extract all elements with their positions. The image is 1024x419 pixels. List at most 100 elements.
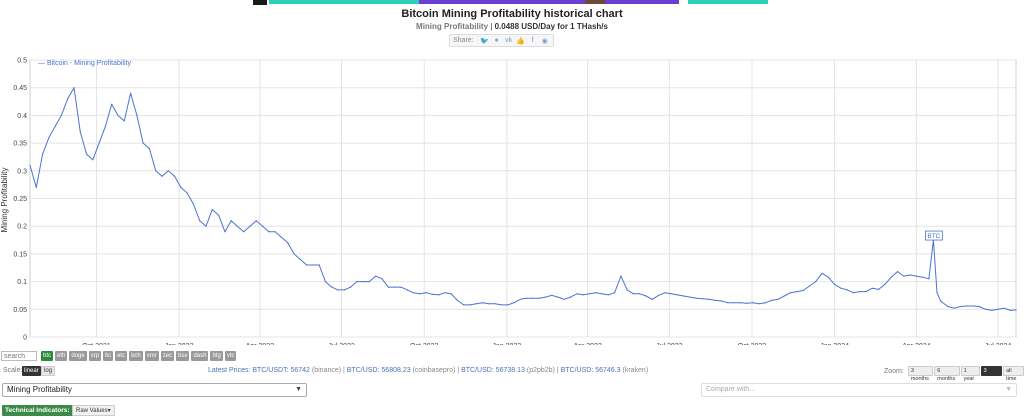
data-point [381,278,383,280]
coin-button-btc[interactable]: btc [41,351,54,361]
zoom-button-1-year[interactable]: 1 year [960,366,980,382]
coin-button-dash[interactable]: dash [191,351,209,361]
x-tick-label: Oct 2022 [410,343,439,345]
data-point [494,303,496,305]
price-link[interactable]: BTC/USD: 56808.23 [347,367,413,374]
data-point [318,264,320,266]
data-point [936,292,938,294]
data-point [714,299,716,301]
price-exchange: (binance) [311,367,342,374]
zoom-controls: Zoom: 3 months 6 months 1 year 3 years all ti… [884,366,1024,382]
coin-button-bsv[interactable]: bsv [176,351,190,361]
data-point [746,302,748,304]
data-point [224,231,226,233]
price-link[interactable]: BTC/USDT: 56742 [252,367,312,374]
data-point [771,299,773,301]
y-tick-label: 0.15 [13,251,27,258]
zoom-label: Zoom: [884,367,904,375]
data-point [526,297,528,299]
coin-search-input[interactable] [1,351,37,361]
coin-button-doge[interactable]: doge [69,351,87,361]
price-exchange: (coinbasepro) [412,367,456,374]
data-point [702,298,704,300]
data-point [230,220,232,222]
coin-buttons: btc eth doge xrp ltc etc bch xmr zec bsv dash btg vt… [41,351,237,361]
coin-button-eth[interactable]: eth [55,351,68,361]
zoom-button-6-months[interactable]: 6 months [934,366,960,382]
coin-button-ltc[interactable]: ltc [103,351,114,361]
data-point [419,293,421,295]
data-point [676,294,679,296]
data-point [412,292,414,294]
data-point [438,294,440,296]
data-point [180,186,182,188]
profitability-chart[interactable]: 0 0.05 0.1 0.15 0.2 0.25 0.3 0.35 0.4 0.45 0.5 Oct… [0,0,1024,345]
data-point [815,281,817,283]
controls-row: Scale: linear log Latest Prices: BTC/USD… [0,366,1024,382]
data-point [324,281,326,283]
zoom-button-3-months[interactable]: 3 months [907,366,934,382]
data-point [111,103,113,105]
data-point [557,296,559,298]
raw-values-dropdown[interactable]: Raw Values▾ [72,405,115,416]
compare-select[interactable]: Compare with... ▼ [701,383,1017,397]
data-point [802,289,804,292]
x-tick-label: Jan 2024 [820,343,849,345]
data-point [1003,307,1005,309]
coin-button-zec[interactable]: zec [160,351,175,361]
data-point [117,114,119,116]
coin-button-vtc[interactable]: vtc [224,351,237,361]
data-point [595,292,597,294]
data-point [1010,309,1012,311]
coin-button-btg[interactable]: btg [210,351,223,361]
data-point [739,302,741,304]
zoom-button-3-years[interactable]: 3 years [980,366,1003,382]
coin-button-xmr[interactable]: xmr [144,351,159,361]
coin-button-xrp[interactable]: xrp [88,351,102,361]
metric-select-value: Mining Profitability [7,385,72,394]
data-point [394,286,396,288]
scale-linear-button[interactable]: linear [22,366,41,376]
data-point [966,305,968,307]
data-point [67,98,69,100]
data-point [287,242,289,244]
data-point [808,285,811,287]
data-point [978,305,980,308]
price-link[interactable]: BTC/USD: 56746.3 [561,367,623,374]
data-point [387,286,389,288]
price-exchange: (kraken) [622,367,649,374]
y-tick-label: 0.5 [17,58,27,65]
data-point [293,253,295,255]
data-point [752,302,754,304]
data-point [167,170,169,172]
data-point [306,264,308,266]
series-line [29,87,1017,311]
coin-button-etc[interactable]: etc [115,351,128,361]
y-tick-label: 0.35 [13,141,27,148]
price-link[interactable]: BTC/USD: 56738.13 [461,367,527,374]
data-point [35,186,37,188]
data-point [695,297,697,299]
data-point [670,293,672,295]
data-point [218,214,220,216]
data-point [639,293,641,295]
data-point [614,292,616,294]
data-point [890,276,892,278]
data-point [865,291,867,293]
data-point [664,292,666,294]
data-point [475,303,477,305]
zoom-button-all-time[interactable]: all time [1003,366,1024,382]
x-tick-label: Jul 2024 [985,343,1012,345]
data-point [846,289,848,291]
coin-button-bch[interactable]: bch [129,351,143,361]
metric-select[interactable]: Mining Profitability ▼ [2,383,307,397]
data-point [922,276,924,278]
data-point [840,287,842,289]
data-point [632,293,635,295]
x-tick-label: Apr 2023 [573,343,602,345]
data-point [400,286,402,288]
data-point [507,304,509,306]
scale-log-button[interactable]: log [41,366,56,376]
data-point [123,120,125,122]
y-tick-label: 0.45 [13,85,27,92]
